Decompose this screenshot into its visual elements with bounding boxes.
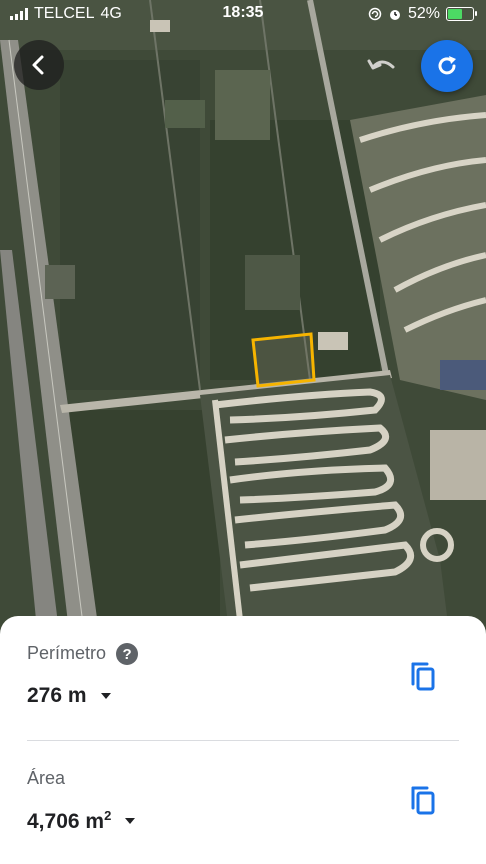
alarm-icon <box>389 10 400 20</box>
area-label: Área <box>27 768 66 788</box>
satellite-map[interactable] <box>0 0 486 640</box>
chevron-left-icon <box>32 55 44 75</box>
help-icon[interactable]: ? <box>116 643 139 666</box>
caret-down-icon <box>125 818 136 824</box>
area-value-dropdown[interactable]: 4,706 m2 <box>27 808 136 834</box>
perimeter-value: 276 m <box>27 684 87 707</box>
copy-icon <box>411 786 435 815</box>
perimeter-label-group: Perímetro? <box>27 643 139 666</box>
copy-perimeter-button[interactable] <box>405 658 441 694</box>
measured-parcel-outline <box>251 332 316 388</box>
area-value-group: 4,706 m2 <box>27 808 111 834</box>
area-value: 4,706 m <box>27 810 105 833</box>
status-indicators: 52% <box>368 5 477 23</box>
battery-percent: 52% <box>407 5 440 22</box>
copy-area-button[interactable] <box>405 782 441 818</box>
back-button[interactable] <box>14 40 64 90</box>
undo-button[interactable] <box>360 44 404 88</box>
battery-icon <box>446 7 477 21</box>
refresh-icon <box>438 56 456 75</box>
measurement-sheet: Perímetro? 276 m Área 4,706 m2 <box>0 616 486 864</box>
undo-icon <box>367 59 395 70</box>
refresh-button[interactable] <box>421 40 473 92</box>
screen-lock-icon <box>368 7 382 21</box>
map-imagery <box>0 0 486 640</box>
divider <box>27 740 459 741</box>
perimeter-value-dropdown[interactable]: 276 m <box>27 684 111 708</box>
copy-icon <box>411 662 435 691</box>
caret-down-icon <box>100 693 111 699</box>
perimeter-label: Perímetro <box>27 643 107 663</box>
status-bar: TELCEL 4G 18:35 52% <box>0 0 486 30</box>
area-unit-superscript: 2 <box>104 808 112 823</box>
